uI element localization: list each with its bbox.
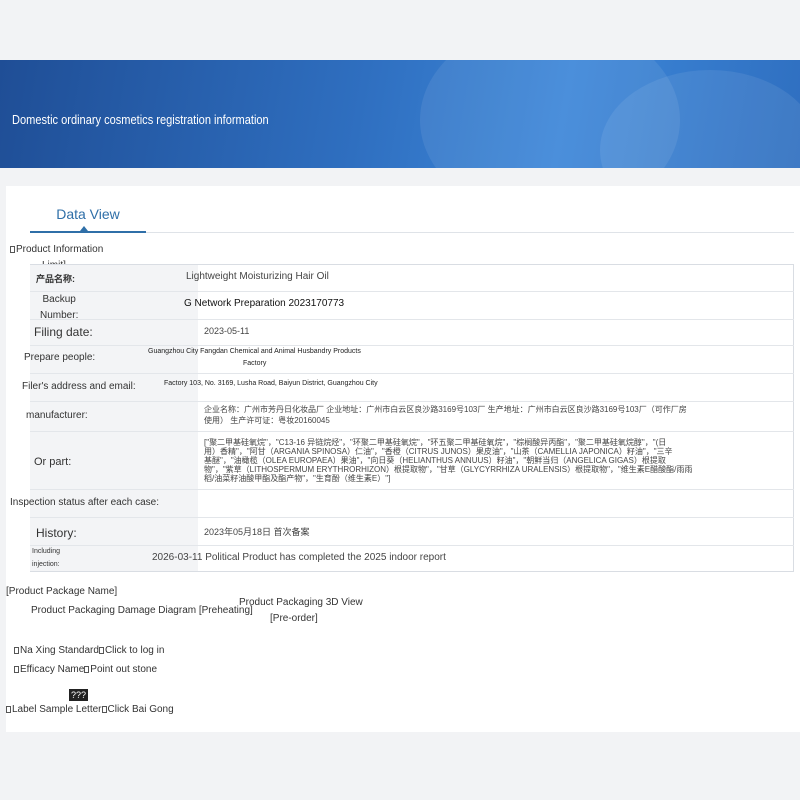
- row-divider: [30, 291, 794, 292]
- page-title: Domestic ordinary cosmetics registration…: [12, 112, 269, 127]
- label-injection-line2: injection:: [32, 561, 60, 568]
- label-injection-line1: Including: [32, 548, 61, 555]
- row-divider: [30, 373, 794, 374]
- value-filer-address: Factory 103, No. 3169, Lusha Road, Baiyu…: [164, 380, 378, 387]
- value-manufacturer-line1: 企业名称：广州市芳丹日化妆品厂 企业地址：广州市白云区良沙路3169号103厂 …: [204, 405, 687, 414]
- row-divider: [30, 545, 794, 546]
- box-icon: [6, 706, 11, 713]
- label-inspection-status: Inspection status after each case:: [10, 497, 159, 508]
- na-xing-standard-link[interactable]: Na Xing Standard Click to log in: [14, 645, 164, 656]
- label-backup-line2: Number:: [40, 310, 79, 321]
- value-history: 2023年05月18日 首次备案: [204, 527, 310, 537]
- row-divider: [30, 489, 794, 490]
- value-prepare-people: Guangzhou City Fangdan Chemical and Anim…: [148, 346, 361, 370]
- value-prepare-line2: Factory: [243, 360, 267, 367]
- box-icon: [84, 666, 90, 673]
- label-filing-date: Filing date:: [34, 325, 93, 339]
- box-icon: [14, 647, 19, 654]
- value-including-injection: 2026-03-11 Political Product has complet…: [152, 552, 446, 563]
- value-or-part-line3: 基醚"，"油橄榄（OLEA EUROPAEA）果油"，"向日葵（HELIANTH…: [204, 456, 666, 465]
- value-or-part-line2: 用）香精"，"阿甘（ARGANIA SPINOSA）仁油"，"香橙（CITRUS…: [204, 447, 673, 456]
- click-to-log-in-label[interactable]: Click to log in: [105, 645, 164, 656]
- value-or-part-line4: 物"，"紫草（LITHOSPERMUM ERYTHRORHIZON）根提取物"，…: [204, 465, 693, 474]
- click-bai-gong-label[interactable]: Click Bai Gong: [108, 704, 174, 715]
- value-backup-number: G Network Preparation 2023170773: [184, 298, 345, 309]
- pre-order-link[interactable]: [Pre-order]: [270, 613, 318, 624]
- tab-data-view[interactable]: Data View: [30, 206, 146, 222]
- box-icon: [10, 246, 15, 253]
- efficacy-name-label: Efficacy Name: [20, 664, 85, 675]
- value-manufacturer: 企业名称：广州市芳丹日化妆品厂 企业地址：广州市白云区良沙路3169号103厂 …: [204, 404, 687, 426]
- row-divider: [30, 431, 794, 432]
- label-sample-letter-label: Label Sample Letter: [12, 704, 102, 715]
- value-prepare-line1: Guangzhou City Fangdan Chemical and Anim…: [148, 348, 361, 355]
- value-or-part-line5: 稻/油菜籽油酸甲酯及酯产物"，"生育酚（维生素E）"]: [204, 474, 391, 483]
- label-including-injection: Including injection:: [32, 545, 60, 571]
- label-backup-line1: Backup: [42, 294, 76, 305]
- main-panel: Data View Product Information Limit] 产品名…: [6, 186, 800, 732]
- box-icon: [14, 666, 19, 673]
- efficacy-name-link[interactable]: Efficacy Name Point out stone: [14, 664, 157, 675]
- box-icon: [98, 647, 104, 654]
- packaging-damage-diagram-link[interactable]: Product Packaging Damage Diagram [Prehea…: [31, 605, 253, 616]
- label-filer-address: Filer's address and email:: [22, 381, 136, 392]
- label-backup-number: Backup Number:: [40, 292, 78, 324]
- value-manufacturer-line2: 使用） 生产许可证：粤妆20160045: [204, 416, 330, 425]
- row-divider: [30, 319, 794, 320]
- label-or-part: Or part:: [34, 456, 72, 468]
- label-history: History:: [36, 526, 77, 540]
- label-manufacturer: manufacturer:: [26, 410, 88, 421]
- packaging-3d-view-link[interactable]: Product Packaging 3D View: [239, 597, 363, 608]
- row-divider: [30, 401, 794, 402]
- section-title: Product Information: [16, 244, 104, 255]
- value-or-part-line1: ["聚二甲基硅氧烷"，"C13-16 异链烷烃"，"环聚二甲基硅氧烷"，"环五聚…: [204, 438, 667, 447]
- row-divider: [30, 345, 794, 346]
- point-out-stone-label[interactable]: Point out stone: [90, 664, 157, 675]
- value-or-part: ["聚二甲基硅氧烷"，"C13-16 异链烷烃"，"环聚二甲基硅氧烷"，"环五聚…: [204, 438, 692, 483]
- row-divider: [30, 517, 794, 518]
- label-sample-letter-link[interactable]: Label Sample Letter Click Bai Gong: [6, 704, 174, 715]
- label-prepare-people: Prepare people:: [24, 352, 96, 363]
- header-banner: Domestic ordinary cosmetics registration…: [0, 60, 800, 168]
- product-package-name-heading: [Product Package Name]: [6, 586, 118, 597]
- na-xing-standard-label: Na Xing Standard: [20, 645, 99, 656]
- unknown-glyph-badge: ???: [69, 689, 89, 701]
- box-icon: [101, 706, 107, 713]
- value-product-name: Lightweight Moisturizing Hair Oil: [186, 271, 329, 282]
- label-product-name: 产品名称:: [36, 274, 75, 284]
- tab-active-underline: [30, 231, 146, 233]
- value-filing-date: 2023-05-11: [204, 326, 250, 336]
